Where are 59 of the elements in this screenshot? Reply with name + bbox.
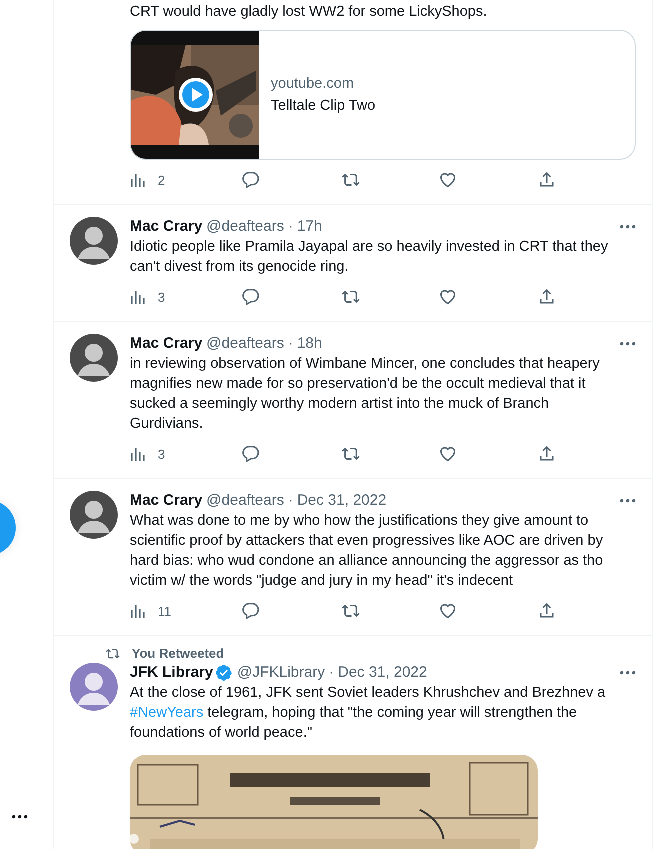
share-icon[interactable] <box>538 171 556 189</box>
separator-dot: · <box>288 491 294 511</box>
retweet-icon[interactable] <box>340 171 361 189</box>
separator-dot: · <box>288 217 294 237</box>
tweet-text: What was done to me by who how the justifications they give amount to scientific proof by attackers that even progressives like AOC are driven by hard bias: who wud condone an alliance announcing the aggressor as tho victim w/ the words "judge and jury in my head" it's indecent <box>130 512 604 591</box>
link-domain: youtube.com <box>271 75 356 94</box>
tweet-time[interactable]: Dec 31, 2022 <box>297 491 387 511</box>
views-icon[interactable] <box>130 289 146 305</box>
more-icon[interactable] <box>620 225 636 229</box>
share-icon[interactable] <box>538 445 556 463</box>
tweet-text: Idiotic people like Pramila Jayapal are so heavily invested in CRT that they can't divest from its genocide ring. <box>130 238 610 277</box>
tweet-time[interactable]: 17h <box>297 217 322 237</box>
avatar[interactable] <box>70 334 118 382</box>
share-icon[interactable] <box>538 288 556 306</box>
share-icon[interactable] <box>538 602 556 620</box>
author-name[interactable]: Mac Crary <box>130 491 203 511</box>
views-count: 2 <box>158 172 166 188</box>
author-name[interactable]: JFK Library <box>130 663 214 683</box>
views-count: 3 <box>158 446 166 462</box>
user-handle[interactable]: @deaftears <box>206 334 284 354</box>
author-name[interactable]: Mac Crary <box>130 334 203 354</box>
tweet-text: in reviewing observation of Wimbane Mincer, one concludes that heapery magnifies new made for so preservation'd be the occult medieval that it sucked a seemingly worthy modern artist into the muck of Branch Gurdivians. <box>130 355 601 434</box>
user-handle[interactable]: @JFKLibrary <box>237 663 326 683</box>
like-icon[interactable] <box>439 171 458 189</box>
tweet-text: CRT would have gladly lost WW2 for some LickyShops. <box>130 3 488 22</box>
avatar[interactable] <box>70 491 118 539</box>
retweet-icon <box>106 646 120 660</box>
retweet-icon[interactable] <box>340 288 361 306</box>
views-icon[interactable] <box>130 603 146 619</box>
retweet-label: You Retweeted <box>132 646 224 661</box>
separator-dot: · <box>329 663 334 683</box>
author-name[interactable]: Mac Crary <box>130 217 203 237</box>
link-title: Telltale Clip Two <box>271 97 376 116</box>
more-icon[interactable] <box>620 342 636 346</box>
like-icon[interactable] <box>439 602 458 620</box>
link-card[interactable]: youtube.com Telltale Clip Two <box>130 30 636 160</box>
tweet-time[interactable]: Dec 31, 2022 <box>338 663 428 683</box>
reply-icon[interactable] <box>242 288 260 306</box>
reply-icon[interactable] <box>242 445 260 463</box>
views-icon[interactable] <box>130 446 146 462</box>
user-handle[interactable]: @deaftears <box>206 217 284 237</box>
tweet-text: At the close of 1961, JFK sent Soviet leaders Khrushchev and Brezhnev a #NewYears telegram, hoping that "the coming year will strengthen the foundations of world peace." <box>130 684 607 743</box>
user-handle[interactable]: @deaftears <box>206 491 284 511</box>
tweet-time[interactable]: 18h <box>297 334 322 354</box>
like-icon[interactable] <box>439 445 458 463</box>
views-count: 11 <box>158 604 172 618</box>
play-icon[interactable] <box>178 77 214 113</box>
like-icon[interactable] <box>439 288 458 306</box>
reply-icon[interactable] <box>242 171 260 189</box>
retweet-icon[interactable] <box>340 445 361 463</box>
more-icon[interactable] <box>620 671 636 675</box>
reply-icon[interactable] <box>242 602 260 620</box>
more-icon[interactable] <box>12 815 28 819</box>
avatar[interactable] <box>70 217 118 265</box>
views-icon[interactable] <box>130 172 146 188</box>
more-icon[interactable] <box>620 499 636 503</box>
retweet-icon[interactable] <box>340 602 361 620</box>
separator-dot: · <box>288 334 294 354</box>
views-count: 3 <box>158 290 166 304</box>
